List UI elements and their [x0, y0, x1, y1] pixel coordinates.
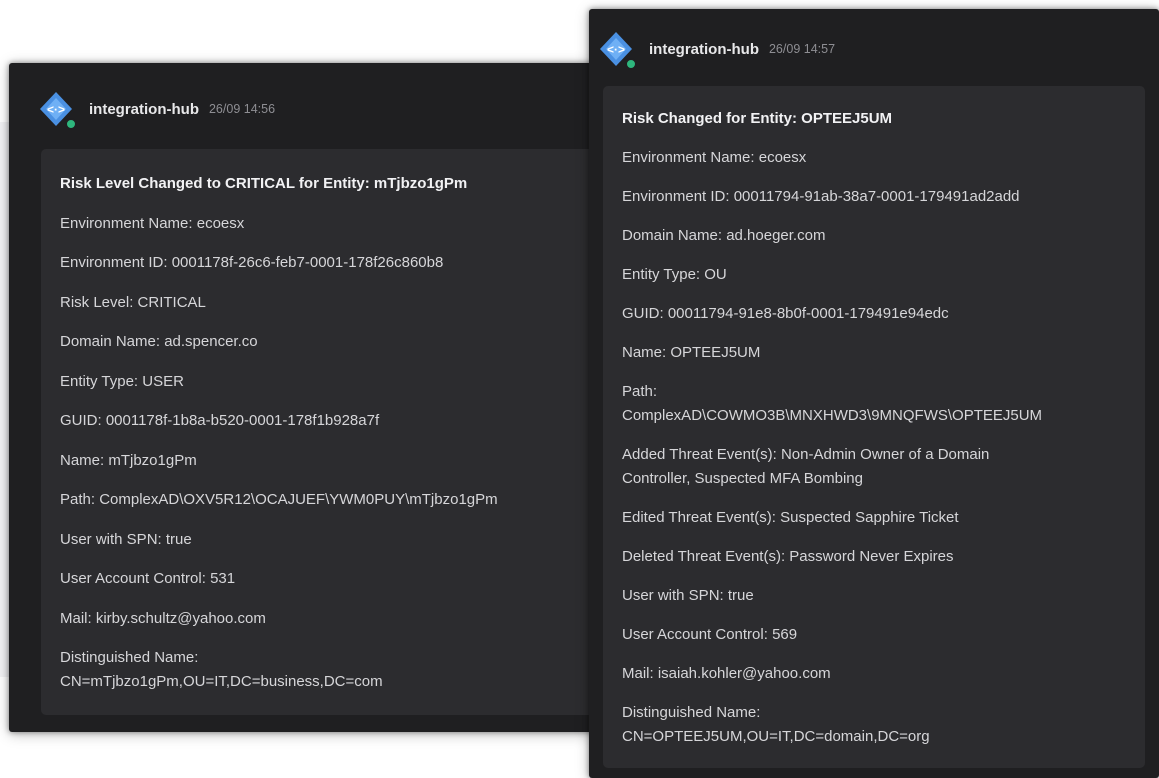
- field-mail: Mail: kirby.schultz@yahoo.com: [60, 609, 266, 627]
- message-timestamp[interactable]: 26/09 14:56: [209, 102, 275, 116]
- online-status-icon: [625, 58, 637, 70]
- field-guid: GUID: 0001178f-1b8a-b520-0001-178f1b928a…: [60, 412, 380, 429]
- field-environment-name: Environment Name: ecoesx: [622, 149, 807, 166]
- field-path: Path: ComplexAD\OXV5R12\OCAJUEF\YWM0PUY\…: [60, 491, 498, 508]
- message-header: <·> integration-hub 26/09 14:57: [597, 30, 835, 70]
- sender-name[interactable]: integration-hub: [649, 41, 759, 58]
- message-window-2: <·> integration-hub 26/09 14:57 Risk Cha…: [589, 9, 1159, 778]
- message-timestamp[interactable]: 26/09 14:57: [769, 42, 835, 56]
- message-card: Risk Level Changed to CRITICAL for Entit…: [41, 149, 609, 715]
- field-edited-threat-events: Edited Threat Event(s): Suspected Sapphi…: [622, 509, 959, 526]
- integration-hub-app-icon[interactable]: <·>: [37, 90, 77, 130]
- online-status-icon: [65, 118, 77, 130]
- message-title: Risk Changed for Entity: OPTEEJ5UM: [622, 110, 893, 127]
- field-domain-name: Domain Name: ad.hoeger.com: [622, 227, 826, 244]
- field-guid: GUID: 00011794-91e8-8b0f-0001-179491e94e…: [622, 305, 949, 322]
- field-environment-id: Environment ID: 00011794-91ab-38a7-0001-…: [622, 188, 1020, 205]
- field-deleted-threat-events: Deleted Threat Event(s): Password Never …: [622, 548, 954, 565]
- field-entity-type: Entity Type: OU: [622, 266, 727, 283]
- field-environment-name: Environment Name: ecoesx: [60, 214, 245, 232]
- field-environment-id: Environment ID: 0001178f-26c6-feb7-0001-…: [60, 254, 444, 271]
- field-user-with-spn: User with SPN: true: [622, 587, 754, 604]
- sender-name[interactable]: integration-hub: [89, 101, 199, 118]
- field-user-account-control: User Account Control: 569: [622, 626, 798, 643]
- field-user-with-spn: User with SPN: true: [60, 530, 192, 548]
- field-added-threat-events: Added Threat Event(s): Non-Admin Owner o…: [622, 446, 990, 487]
- field-path: Path: ComplexAD\COWMO3B\MNXHWD3\9MNQFWS\…: [622, 383, 1043, 424]
- integration-hub-app-icon[interactable]: <·>: [597, 30, 637, 70]
- svg-text:<·>: <·>: [607, 43, 625, 57]
- field-name: Name: mTjbzo1gPm: [60, 451, 197, 469]
- field-domain-name: Domain Name: ad.spencer.co: [60, 333, 258, 350]
- message-window-1: <·> integration-hub 26/09 14:56 Risk Lev…: [9, 63, 609, 732]
- field-risk-level: Risk Level: CRITICAL: [60, 293, 206, 311]
- field-entity-type: Entity Type: USER: [60, 372, 184, 390]
- message-card: Risk Changed for Entity: OPTEEJ5UM Envir…: [603, 86, 1145, 768]
- message-title: Risk Level Changed to CRITICAL for Entit…: [60, 175, 468, 192]
- field-distinguished-name: Distinguished Name: CN=OPTEEJ5UM,OU=IT,D…: [622, 704, 930, 745]
- message-header: <·> integration-hub 26/09 14:56: [37, 90, 275, 130]
- field-distinguished-name: Distinguished Name: CN=mTjbzo1gPm,OU=IT,…: [60, 649, 383, 690]
- field-user-account-control: User Account Control: 531: [60, 570, 236, 587]
- svg-text:<·>: <·>: [47, 103, 65, 117]
- field-name: Name: OPTEEJ5UM: [622, 344, 761, 361]
- field-mail: Mail: isaiah.kohler@yahoo.com: [622, 665, 831, 682]
